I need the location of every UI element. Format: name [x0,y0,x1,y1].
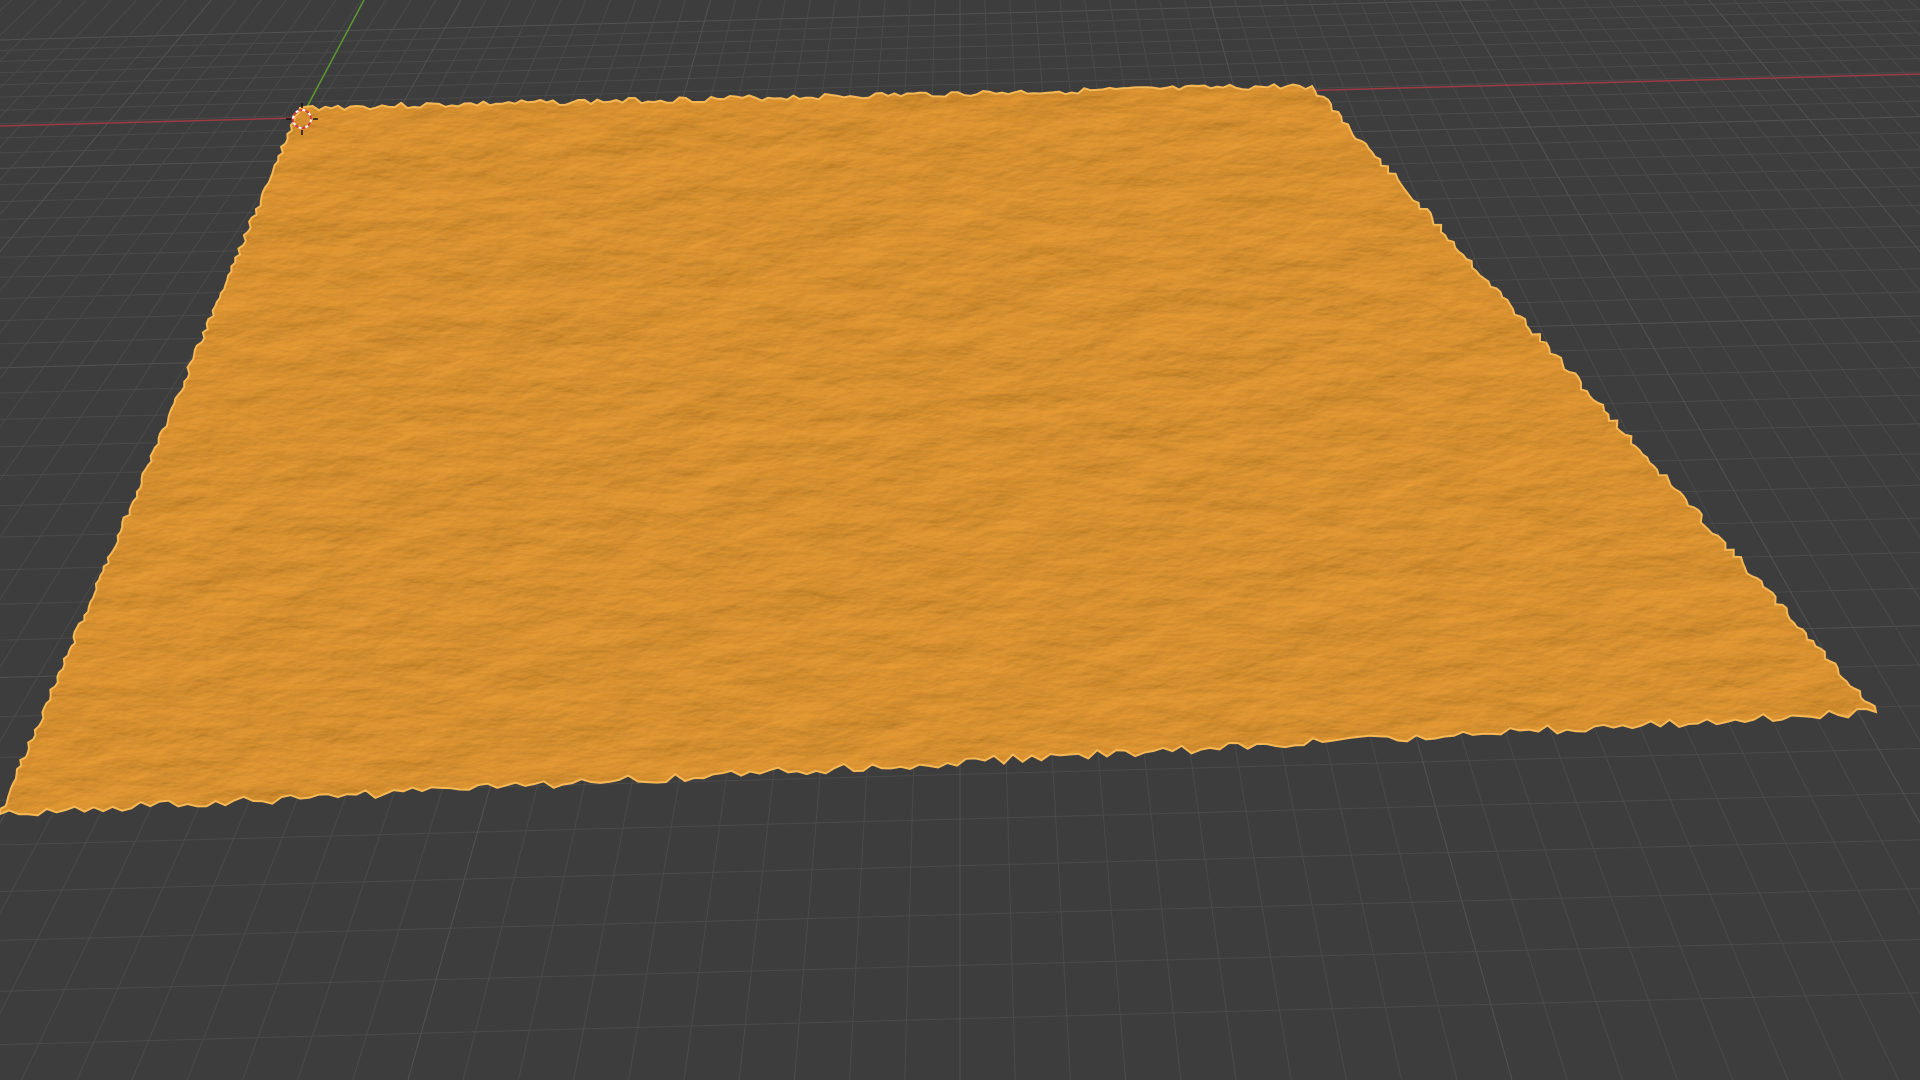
3d-viewport[interactable] [0,0,1920,1080]
